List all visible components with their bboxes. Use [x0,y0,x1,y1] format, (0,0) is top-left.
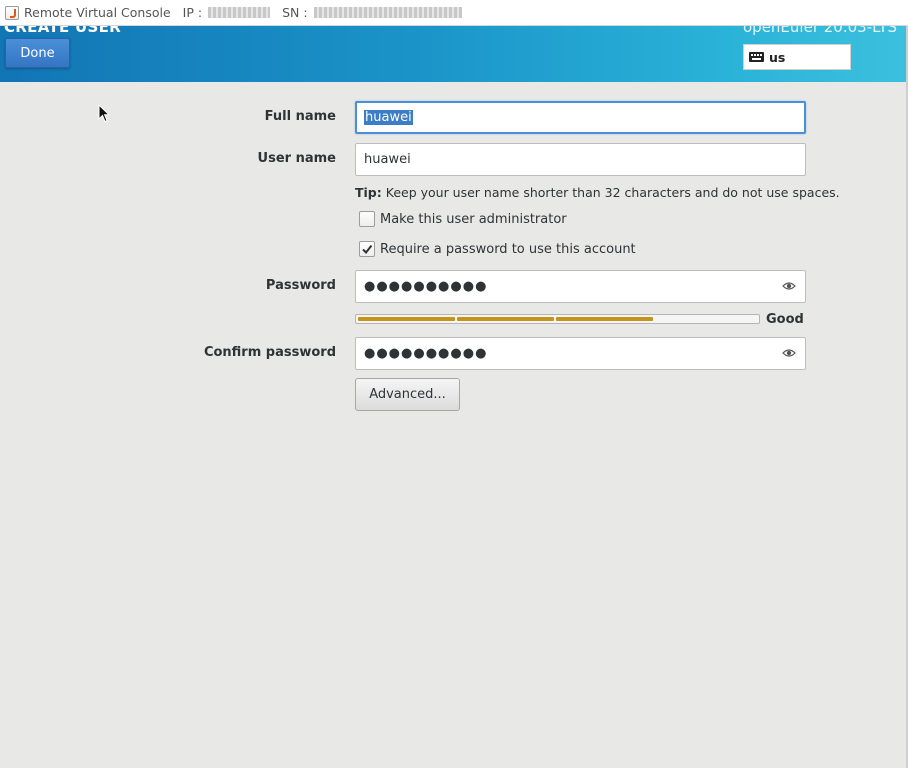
remote-console-titlebar: Remote Virtual Console IP : SN : [0,0,908,26]
user-name-input[interactable]: huawei [355,143,806,176]
show-password-eye-icon[interactable] [782,280,796,292]
require-password-label: Require a password to use this account [380,241,636,257]
sn-redacted [313,7,462,18]
admin-checkbox[interactable] [359,211,375,227]
confirm-password-input[interactable]: ●●●●●●●●●● [355,337,806,370]
advanced-button[interactable]: Advanced... [355,378,460,411]
confirm-password-masked-value: ●●●●●●●●●● [364,346,488,361]
tip-text: Keep your user name shorter than 32 char… [381,185,840,200]
java-app-icon [5,5,19,20]
checkmark-icon [362,244,373,255]
ip-redacted [208,7,271,18]
spoke-header: CREATE USER openEuler 20.03-LTS Done us [0,26,908,82]
require-password-checkbox-row[interactable]: Require a password to use this account [359,241,636,257]
user-name-value: huawei [364,152,411,167]
distro-title: openEuler 20.03-LTS [743,26,898,36]
confirm-password-label: Confirm password [203,345,336,360]
user-name-label: User name [257,151,336,166]
admin-checkbox-label: Make this user administrator [380,211,567,227]
admin-checkbox-row[interactable]: Make this user administrator [359,211,567,227]
full-name-value: huawei [364,110,413,125]
password-input[interactable]: ●●●●●●●●●● [355,270,806,303]
full-name-label: Full name [264,109,336,124]
password-strength-label: Good [766,312,804,327]
show-confirm-password-eye-icon[interactable] [782,347,796,359]
password-strength-meter [355,314,760,324]
password-masked-value: ●●●●●●●●●● [364,279,488,294]
full-name-input[interactable]: huawei [355,101,806,134]
keyboard-layout-label: us [769,49,786,65]
spoke-title: CREATE USER [4,26,122,36]
sn-label: SN : [282,5,308,20]
keyboard-icon [749,52,764,62]
tip-prefix: Tip: [355,185,382,200]
strength-segment [556,317,653,321]
done-button[interactable]: Done [5,38,70,68]
ip-label: IP : [182,5,203,20]
mouse-pointer-icon [98,104,110,123]
strength-segment [358,317,455,321]
require-password-checkbox[interactable] [359,241,375,257]
password-label: Password [265,278,336,293]
strength-segment [457,317,554,321]
keyboard-layout-indicator[interactable]: us [743,44,851,70]
username-tip: Tip: Keep your user name shorter than 32… [355,185,840,200]
remote-console-title: Remote Virtual Console [24,5,171,20]
